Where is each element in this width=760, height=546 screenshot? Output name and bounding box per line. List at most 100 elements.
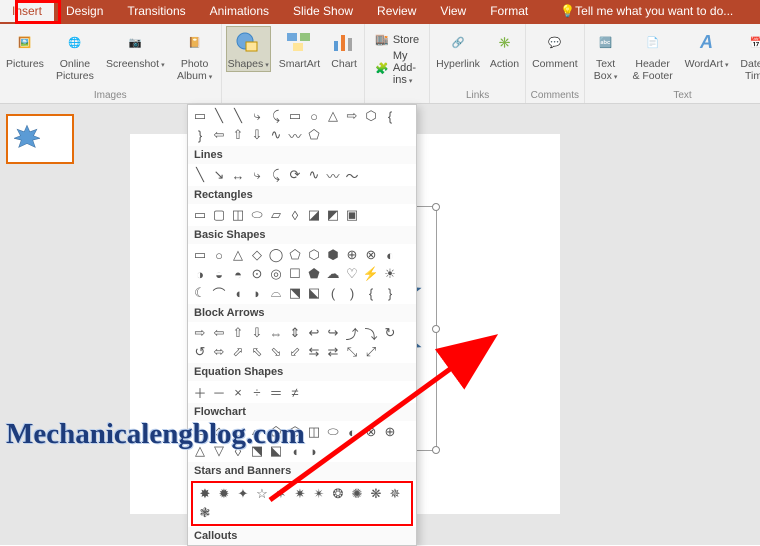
resize-handle-ne[interactable]: [432, 203, 440, 211]
b30[interactable]: (: [325, 285, 341, 301]
b19[interactable]: ☁: [325, 266, 341, 282]
shape-conn2[interactable]: ⤹: [268, 108, 284, 124]
e2[interactable]: －: [211, 384, 227, 400]
b10[interactable]: ⊗: [363, 247, 379, 263]
line-1[interactable]: ╲: [192, 167, 208, 183]
b8[interactable]: ⬢: [325, 247, 341, 263]
tell-me[interactable]: 💡 Tell me what you want to do...: [540, 0, 745, 22]
b25[interactable]: ◖: [230, 285, 246, 301]
comment-button[interactable]: 💬 Comment: [530, 26, 580, 72]
shapes-button[interactable]: Shapes: [226, 26, 271, 72]
tab-view[interactable]: View: [428, 0, 478, 22]
shape-line1[interactable]: ╲: [211, 108, 227, 124]
shape-poly[interactable]: ⬠: [306, 127, 322, 143]
b24[interactable]: ⌒: [211, 285, 227, 301]
photo-album-button[interactable]: 📔 Photo Album: [173, 26, 217, 84]
b4[interactable]: ◇: [249, 247, 265, 263]
shape-textbox[interactable]: ▭: [192, 108, 208, 124]
shape-la[interactable]: ⇦: [211, 127, 227, 143]
star-explosion1[interactable]: ✸: [197, 486, 213, 502]
b14[interactable]: ◓: [230, 266, 246, 282]
e1[interactable]: ＋: [192, 384, 208, 400]
line-8[interactable]: 〰: [325, 167, 341, 183]
b1[interactable]: ▭: [192, 247, 208, 263]
star-32pt[interactable]: ❃: [197, 505, 213, 521]
rect-2[interactable]: ▢: [211, 207, 227, 223]
line-5[interactable]: ⤹: [268, 167, 284, 183]
tab-insert[interactable]: Insert: [0, 0, 54, 22]
rect-9[interactable]: ▣: [344, 207, 360, 223]
a3[interactable]: ⇧: [230, 325, 246, 341]
b20[interactable]: ♡: [344, 266, 360, 282]
b7[interactable]: ⬡: [306, 247, 322, 263]
tab-design[interactable]: Design: [54, 0, 115, 22]
rect-3[interactable]: ◫: [230, 207, 246, 223]
shape-da[interactable]: ⇩: [249, 127, 265, 143]
rect-7[interactable]: ◪: [306, 207, 322, 223]
b12[interactable]: ◑: [192, 266, 208, 282]
shape-line2[interactable]: ╲: [230, 108, 246, 124]
myaddins-button[interactable]: 🧩 My Add-ins: [373, 49, 421, 87]
shape-rect[interactable]: ▭: [287, 108, 303, 124]
slide-thumbnail-1[interactable]: [6, 114, 74, 164]
line-6[interactable]: ⟳: [287, 167, 303, 183]
tab-slideshow[interactable]: Slide Show: [281, 0, 365, 22]
a1[interactable]: ⇨: [192, 325, 208, 341]
b11[interactable]: ◐: [382, 247, 398, 263]
b3[interactable]: △: [230, 247, 246, 263]
b26[interactable]: ◗: [249, 285, 265, 301]
b15[interactable]: ⊙: [249, 266, 265, 282]
rect-8[interactable]: ◩: [325, 207, 341, 223]
shape-tri[interactable]: △: [325, 108, 341, 124]
action-button[interactable]: ✳️ Action: [488, 26, 521, 72]
b23[interactable]: ☾: [192, 285, 208, 301]
line-4[interactable]: ⤷: [249, 167, 265, 183]
headerfooter-button[interactable]: 📄 Header & Footer: [629, 26, 677, 84]
shape-ua[interactable]: ⇧: [230, 127, 246, 143]
star-4pt[interactable]: ✦: [235, 486, 251, 502]
shape-ra[interactable]: ⇨: [344, 108, 360, 124]
shape-curve[interactable]: ∿: [268, 127, 284, 143]
wordart-button[interactable]: A WordArt: [683, 26, 731, 72]
rect-6[interactable]: ◊: [287, 207, 303, 223]
star-explosion2[interactable]: ✹: [216, 486, 232, 502]
e3[interactable]: ×: [230, 384, 246, 400]
tab-animations[interactable]: Animations: [198, 0, 281, 22]
shape-conn1[interactable]: ⤷: [249, 108, 265, 124]
b31[interactable]: ): [344, 285, 360, 301]
a13[interactable]: ⬄: [211, 344, 227, 360]
b29[interactable]: ⬕: [306, 285, 322, 301]
b33[interactable]: }: [382, 285, 398, 301]
a14[interactable]: ⬀: [230, 344, 246, 360]
line-3[interactable]: ↔: [230, 167, 246, 183]
chart-button[interactable]: Chart: [328, 26, 360, 72]
shape-brace1[interactable]: {: [382, 108, 398, 124]
b5[interactable]: ◯: [268, 247, 284, 263]
tab-transitions[interactable]: Transitions: [115, 0, 197, 22]
b17[interactable]: ☐: [287, 266, 303, 282]
b32[interactable]: {: [363, 285, 379, 301]
online-pictures-button[interactable]: 🌐 Online Pictures: [52, 26, 98, 84]
b2[interactable]: ○: [211, 247, 227, 263]
shape-free[interactable]: 〰: [287, 127, 303, 143]
shape-hex[interactable]: ⬡: [363, 108, 379, 124]
line-7[interactable]: ∿: [306, 167, 322, 183]
rect-1[interactable]: ▭: [192, 207, 208, 223]
b22[interactable]: ☀: [382, 266, 398, 282]
rect-4[interactable]: ⬭: [249, 207, 265, 223]
textbox-button[interactable]: 🔤 Text Box: [589, 26, 623, 84]
tab-review[interactable]: Review: [365, 0, 428, 22]
b13[interactable]: ◒: [211, 266, 227, 282]
store-button[interactable]: 🏬 Store: [373, 32, 421, 47]
b27[interactable]: ⌓: [268, 285, 284, 301]
line-9[interactable]: 〜: [344, 167, 360, 183]
b16[interactable]: ◎: [268, 266, 284, 282]
datetime-button[interactable]: 📅 Date & Time: [736, 26, 760, 84]
a2[interactable]: ⇦: [211, 325, 227, 341]
a12[interactable]: ↺: [192, 344, 208, 360]
line-2[interactable]: ↘: [211, 167, 227, 183]
screenshot-button[interactable]: 📷 Screenshot: [104, 26, 167, 72]
b18[interactable]: ⬟: [306, 266, 322, 282]
shape-oval[interactable]: ○: [306, 108, 322, 124]
shape-brace2[interactable]: }: [192, 127, 208, 143]
